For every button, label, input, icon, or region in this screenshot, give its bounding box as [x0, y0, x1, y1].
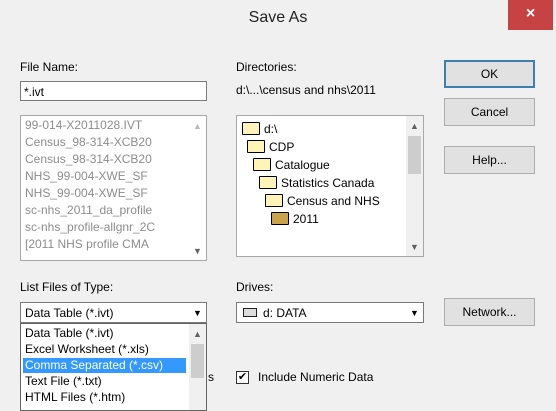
dropdown-scrollbar[interactable]: ▲ — [189, 324, 206, 410]
file-type-label: List Files of Type: — [20, 280, 114, 294]
dropdown-option-selected[interactable]: Comma Separated (*.csv) — [23, 358, 186, 373]
network-button[interactable]: Network... — [444, 298, 535, 326]
open-folder-icon — [253, 158, 271, 172]
list-item[interactable]: Census_98-314-XCB20 — [25, 152, 152, 167]
tree-item-label: Census and NHS — [287, 194, 380, 208]
chevron-down-icon[interactable]: ▼ — [189, 303, 206, 322]
ok-button[interactable]: OK — [444, 60, 535, 88]
dropdown-option[interactable]: Text File (*.txt) — [23, 374, 186, 389]
directory-tree[interactable]: d:\ CDP Catalogue Statistics Canada Cens… — [236, 115, 424, 257]
file-name-input[interactable]: *.ivt — [20, 81, 207, 101]
scroll-down-icon[interactable]: ▼ — [406, 239, 423, 256]
directories-label: Directories: — [236, 60, 297, 74]
open-folder-selected-icon — [271, 212, 289, 226]
close-button[interactable]: × — [508, 0, 553, 30]
include-numeric-checkbox[interactable]: ✔ — [236, 371, 249, 384]
help-button[interactable]: Help... — [444, 146, 535, 174]
dropdown-option[interactable]: HTML Files (*.htm) — [23, 390, 186, 405]
window-title: Save As — [248, 9, 308, 26]
list-item[interactable]: NHS_99-004-XWE_SF — [25, 169, 148, 184]
list-item[interactable]: 99-014-X2011028.IVT — [25, 118, 142, 133]
tree-item-label: 2011 — [293, 212, 319, 226]
scroll-up-icon[interactable]: ▲ — [189, 118, 206, 135]
close-icon: × — [525, 5, 536, 22]
tree-item[interactable]: Census and NHS — [265, 192, 380, 210]
file-type-selected: Data Table (*.ivt) — [25, 306, 114, 320]
file-type-dropdown[interactable]: Data Table (*.ivt) Excel Worksheet (*.xl… — [20, 323, 207, 411]
cancel-button[interactable]: Cancel — [444, 98, 535, 126]
scroll-thumb[interactable] — [191, 344, 204, 378]
tree-item-label: Statistics Canada — [281, 176, 375, 190]
tree-item[interactable]: 2011 — [271, 210, 319, 228]
list-item[interactable]: sc-nhs_profile-allgnr_2C — [25, 220, 155, 235]
drives-select[interactable]: d: DATA ▼ — [236, 302, 424, 323]
scroll-thumb[interactable] — [408, 136, 421, 174]
file-name-label: File Name: — [20, 60, 79, 74]
dropdown-option[interactable]: Excel Worksheet (*.xls) — [23, 342, 186, 357]
tree-item-label: CDP — [269, 140, 295, 154]
list-item[interactable]: sc-nhs_2011_da_profile — [25, 203, 152, 218]
tree-item-label: Catalogue — [275, 158, 330, 172]
open-folder-icon — [259, 176, 277, 190]
include-numeric-label: Include Numeric Data — [258, 370, 374, 384]
drives-label: Drives: — [236, 280, 274, 294]
tree-item[interactable]: Catalogue — [253, 156, 330, 174]
open-folder-icon — [242, 122, 260, 136]
directory-scrollbar[interactable]: ▲ ▼ — [406, 116, 423, 256]
file-type-select[interactable]: Data Table (*.ivt) ▼ — [20, 302, 207, 323]
file-list-scrollbar[interactable]: ▲ ▼ — [189, 116, 206, 260]
directory-path: d:\...\census and nhs\2011 — [236, 83, 376, 97]
file-list[interactable]: 99-014-X2011028.IVT Census_98-314-XCB20 … — [20, 115, 207, 261]
open-folder-icon — [265, 194, 283, 208]
list-item[interactable]: Census_98-314-XCB20 — [25, 135, 152, 150]
scroll-down-icon[interactable]: ▼ — [189, 243, 206, 260]
tree-item[interactable]: CDP — [247, 138, 294, 156]
tree-item[interactable]: Statistics Canada — [259, 174, 374, 192]
tree-item-label: d:\ — [264, 122, 278, 136]
dropdown-option[interactable]: Data Table (*.ivt) — [23, 326, 186, 341]
scroll-up-icon[interactable]: ▲ — [406, 118, 423, 135]
file-name-value: *.ivt — [24, 85, 45, 99]
open-folder-icon — [247, 140, 265, 154]
list-item[interactable]: NHS_99-004-XWE_SF — [25, 186, 148, 201]
tree-item[interactable]: d:\ — [242, 120, 277, 138]
drives-selected: d: DATA — [263, 306, 307, 320]
drive-icon — [243, 308, 257, 317]
scroll-up-icon[interactable]: ▲ — [189, 326, 206, 343]
partial-label: s — [208, 370, 214, 384]
chevron-down-icon[interactable]: ▼ — [406, 303, 423, 322]
list-item[interactable]: [2011 NHS profile CMA — [25, 237, 149, 252]
